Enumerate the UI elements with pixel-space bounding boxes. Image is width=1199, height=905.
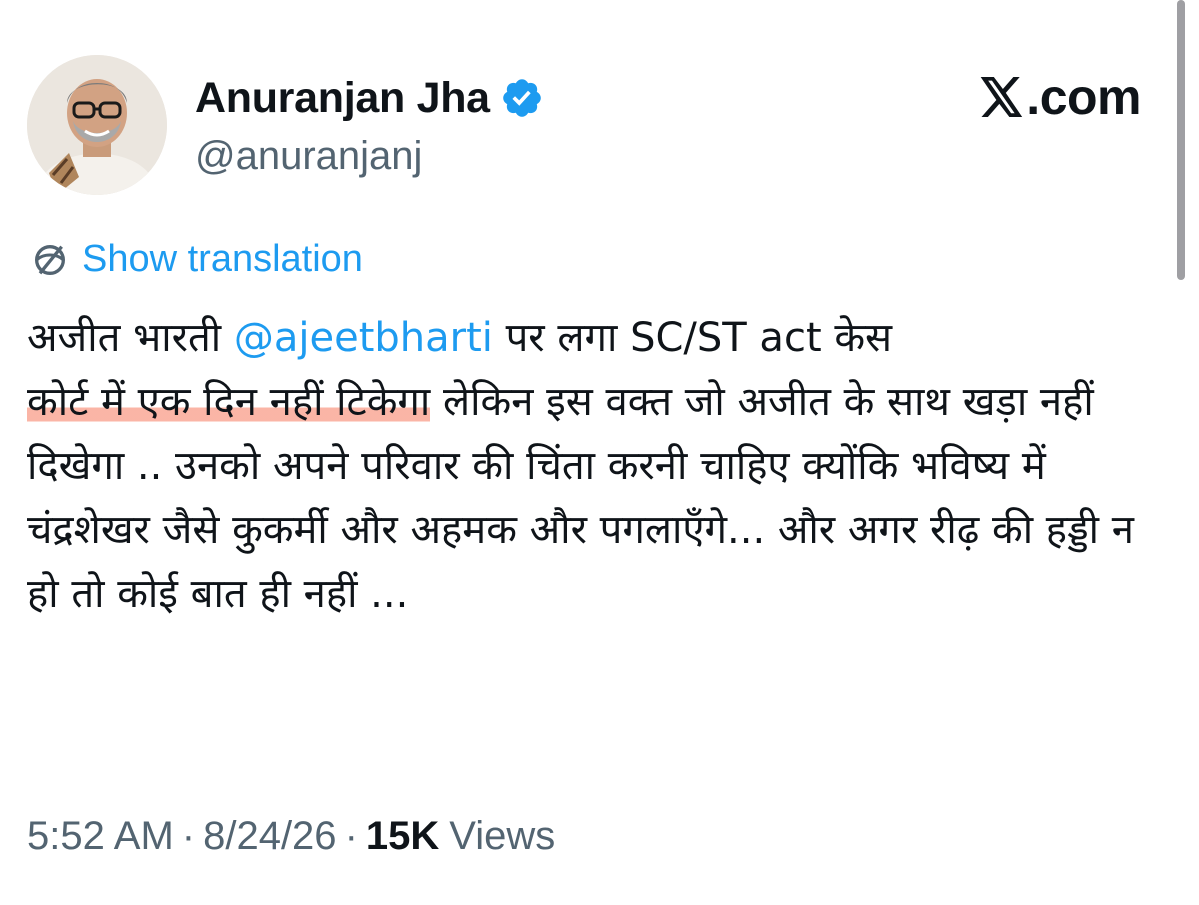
show-translation-button[interactable]: Show translation: [30, 238, 363, 281]
x-logo-icon: [980, 77, 1023, 117]
tweet-text-part: पर लगा SC/ST act केस: [492, 315, 893, 361]
views-label: Views: [449, 814, 556, 858]
tweet-time[interactable]: 5:52 AM: [27, 814, 174, 859]
author-avatar[interactable]: [27, 55, 167, 195]
show-translation-label: Show translation: [82, 238, 363, 280]
separator: ·: [344, 814, 358, 858]
author-info: Anuranjan Jha @anuranjanj: [195, 70, 544, 179]
display-name-row: Anuranjan Jha: [195, 70, 544, 126]
author-display-name[interactable]: Anuranjan Jha: [195, 74, 490, 123]
author-handle[interactable]: @anuranjanj: [195, 134, 544, 179]
translate-globe-icon: [35, 244, 65, 275]
scrollbar[interactable]: [1177, 0, 1185, 280]
tweet-date[interactable]: 8/24/26: [203, 814, 336, 859]
site-label: . com: [980, 68, 1142, 126]
highlighted-text: कोर्ट में एक दिन नहीं टिकेगा: [27, 379, 431, 425]
views-count[interactable]: 15K: [366, 814, 439, 859]
avatar-photo: [27, 55, 167, 195]
verified-badge-icon[interactable]: [500, 76, 544, 120]
site-domain: com: [1039, 69, 1142, 125]
tweet-text-part: अजीत भारती: [27, 315, 234, 361]
separator: ·: [181, 814, 196, 858]
tweet-text: अजीत भारती @ajeetbharti पर लगा SC/ST act…: [27, 306, 1147, 626]
mention-link[interactable]: @ajeetbharti: [234, 315, 493, 361]
tweet-meta: 5:52 AM · 8/24/26 · 15K Views: [27, 814, 555, 859]
